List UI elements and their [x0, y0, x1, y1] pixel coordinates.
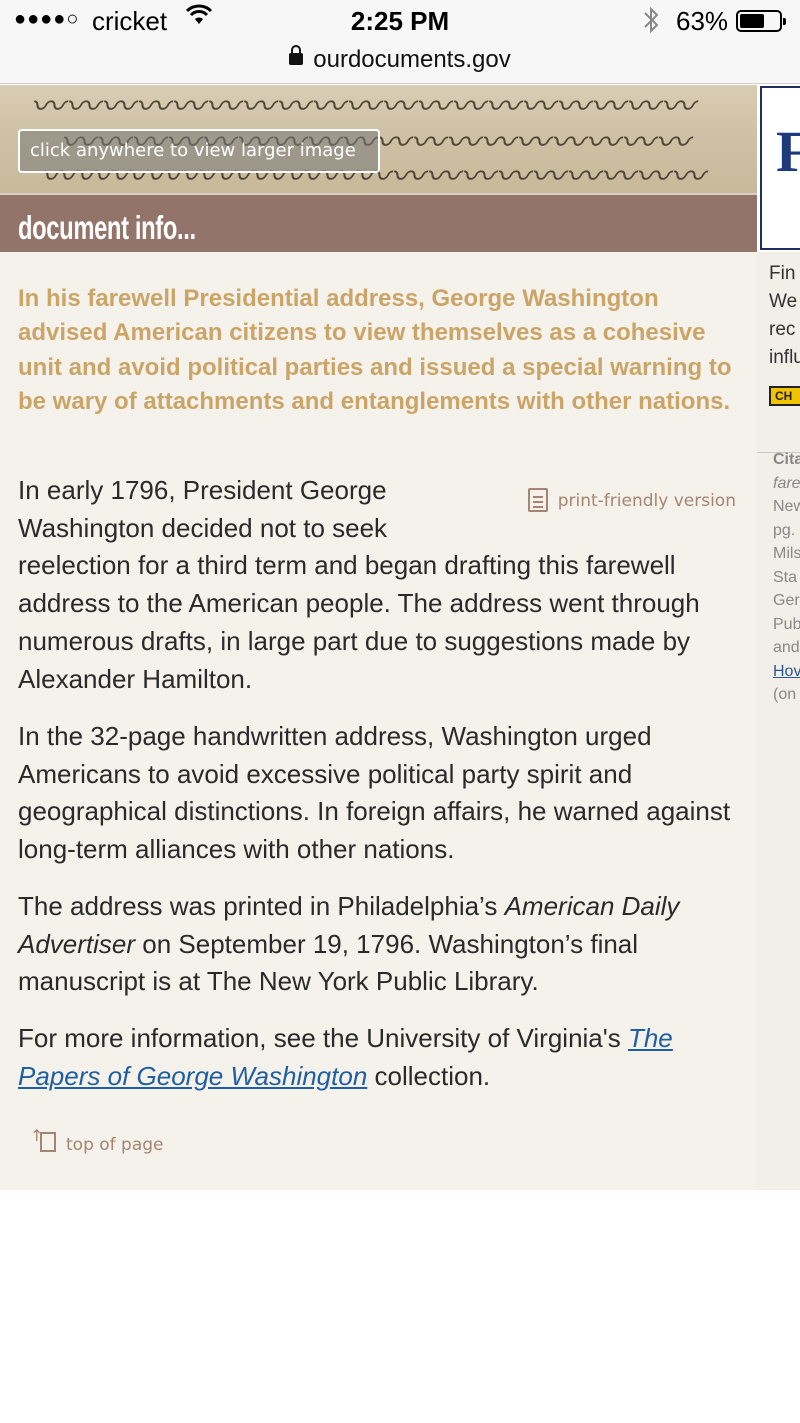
top-of-page-icon: ↑ — [30, 1126, 58, 1152]
battery-percent: 63% — [676, 6, 729, 36]
manuscript-header-image[interactable]: 〰〰〰〰〰〰〰〰〰〰〰〰〰〰〰〰〰〰〰 〰〰〰〰〰〰〰〰〰〰〰〰〰〰〰〰〰〰 〰… — [0, 85, 757, 193]
bluetooth-icon — [642, 6, 660, 41]
sidebar-find-line: influ — [769, 347, 800, 368]
sidebar-check-button[interactable]: CH — [769, 386, 800, 406]
citation-line: and — [773, 639, 800, 656]
citation-line: Ger — [773, 592, 800, 609]
print-friendly-link[interactable]: print-friendly version — [527, 472, 736, 521]
print-friendly-label: print-friendly version — [557, 491, 736, 511]
paragraph-text: The address was printed in Philadelphia’… — [18, 891, 505, 921]
document-info-content: In his farewell Presidential address, Ge… — [0, 252, 757, 1190]
url-text: ourdocuments.gov — [313, 46, 511, 73]
sidebar-logo-letter: F — [776, 118, 800, 185]
paragraph-handwritten: In the 32-page handwritten address, Wash… — [18, 721, 731, 865]
section-title: document info... — [18, 209, 196, 246]
sidebar-find-line: rec — [769, 319, 796, 340]
url-bar[interactable]: ourdocuments.gov — [0, 44, 800, 84]
paragraph-text: For more information, see the University… — [18, 1023, 628, 1053]
sidebar-citation: Cita fare New pg. Mils Sta Ger Pub and H… — [773, 448, 800, 707]
battery-icon — [736, 10, 786, 32]
citation-line: Mils — [773, 545, 800, 562]
sidebar-find-text: Fin We rec influ — [769, 260, 800, 372]
view-larger-image-button[interactable]: click anywhere to view larger image — [18, 129, 380, 173]
citation-line: pg. — [773, 521, 796, 539]
battery-fill — [740, 14, 764, 28]
paragraph-printed: The address was printed in Philadelphia’… — [18, 888, 748, 1001]
sidebar-find-line: We — [769, 291, 798, 312]
citation-line: Sta — [773, 568, 798, 586]
citation-line: fare — [773, 474, 800, 492]
sidebar-logo[interactable]: F — [760, 86, 800, 250]
citation-line: (on — [773, 686, 797, 703]
citation-line: Cita — [773, 451, 800, 468]
status-bar: ●●●●○ cricket 2:25 PM 63% — [0, 0, 800, 44]
top-of-page-link[interactable]: ↑ top of page — [30, 1126, 164, 1155]
top-of-page-label: top of page — [66, 1135, 164, 1155]
section-header: document info... — [0, 193, 757, 252]
lead-summary: In his farewell Presidential address, Ge… — [18, 285, 732, 415]
sidebar-find-line: Fin — [769, 263, 796, 284]
citation-link[interactable]: Hov — [773, 660, 800, 684]
citation-line: New — [773, 498, 800, 515]
print-document-icon — [527, 488, 548, 512]
sidebar-panel: Fin We rec influ CH Cita fare New pg. Mi… — [757, 252, 800, 1190]
citation-line: Pub — [773, 615, 800, 633]
paragraph-drafting: print-friendly version In early 1796, Pre… — [18, 472, 748, 698]
paragraph-text: collection. — [367, 1060, 491, 1091]
paragraph-more-info: For more information, see the University… — [18, 1020, 748, 1095]
lock-icon — [289, 45, 304, 65]
